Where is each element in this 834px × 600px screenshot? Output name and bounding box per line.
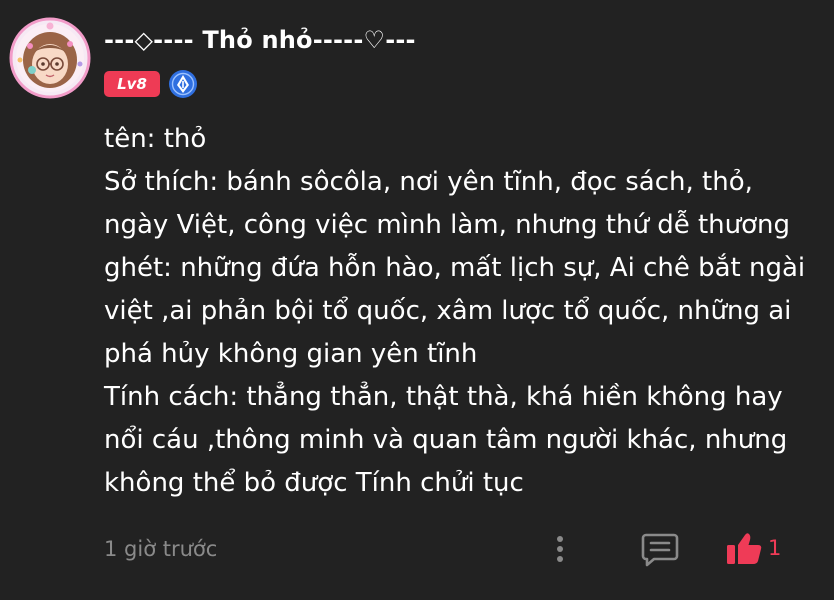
more-options-button[interactable] [548,532,572,566]
comment-icon [641,533,679,567]
comment-line: ngày Việt, công việc mình làm, nhưng thứ… [104,210,791,240]
thumbs-up-icon [727,533,762,564]
comment-line: phá hủy không gian yên tĩnh [104,339,478,369]
reply-button[interactable] [640,530,680,568]
comment-line: nổi cáu ,thông minh và quan tâm người kh… [104,425,788,455]
comment-line: việt ,ai phản bội tổ quốc, xâm lược tổ q… [104,296,792,326]
more-vertical-icon [557,536,563,562]
like-count: 1 [768,536,782,560]
comment-body: tên: thỏ Sở thích: bánh sôcôla, nơi yên … [104,118,814,505]
timestamp: 1 giờ trước [104,537,218,561]
comment-line: Tính cách: thẳng thẳn, thật thà, khá hiề… [104,382,783,412]
like-button[interactable]: 1 [724,530,794,568]
comment-card: ---◇---- Thỏ nhỏ-----♡--- Lv8 tên: thỏ S… [0,0,834,600]
comment-line: không thể bỏ được Tính chửi tục [104,468,524,498]
avatar-image [9,17,91,99]
comment-line: tên: thỏ [104,124,207,154]
verify-badge-icon [168,69,198,99]
level-badge: Lv8 [104,71,160,97]
comment-line: Sở thích: bánh sôcôla, nơi yên tĩnh, đọc… [104,167,753,197]
username[interactable]: ---◇---- Thỏ nhỏ-----♡--- [104,26,416,54]
comment-line: ghét: những đứa hỗn hào, mất lịch sự, Ai… [104,253,806,283]
avatar[interactable] [6,14,94,102]
